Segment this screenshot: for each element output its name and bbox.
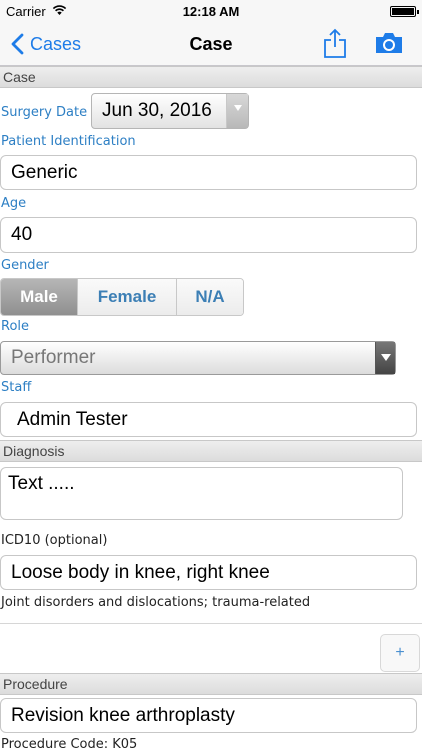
surgery-date-picker[interactable]: Jun 30, 2016 <box>91 93 249 129</box>
role-label: Role <box>1 319 30 334</box>
icd10-label: ICD10 (optional) <box>1 533 108 548</box>
navigation-bar: Cases Case <box>0 22 422 66</box>
camera-icon[interactable] <box>374 31 404 55</box>
gender-label: Gender <box>1 258 49 273</box>
divider <box>0 623 422 624</box>
gender-option-male[interactable]: Male <box>1 279 78 315</box>
add-diagnosis-button[interactable]: + <box>380 634 420 672</box>
staff-label: Staff <box>1 380 32 395</box>
gender-option-na[interactable]: N/A <box>177 279 243 315</box>
age-value: 40 <box>11 224 33 245</box>
staff-value: Admin Tester <box>17 408 128 430</box>
case-section-header: Case <box>0 66 422 88</box>
share-icon[interactable] <box>322 27 348 59</box>
role-select[interactable]: Performer <box>0 341 396 375</box>
icd10-value: Loose body in knee, right knee <box>11 561 270 583</box>
diagnosis-section-header: Diagnosis <box>0 440 422 462</box>
procedure-code: Procedure Code: K05 <box>1 737 138 750</box>
procedure-value: Revision knee arthroplasty <box>11 704 235 726</box>
age-field[interactable]: 40 <box>0 217 417 253</box>
procedure-field[interactable]: Revision knee arthroplasty <box>0 698 417 733</box>
icd10-category: Joint disorders and dislocations; trauma… <box>1 595 311 610</box>
chevron-down-icon <box>226 94 248 128</box>
surgery-date-label: Surgery Date <box>1 105 88 120</box>
role-value: Performer <box>11 347 96 368</box>
icd10-field[interactable]: Loose body in knee, right knee <box>0 555 417 590</box>
patient-id-field[interactable]: Generic <box>0 155 417 190</box>
diagnosis-text-value: Text ..... <box>8 473 75 494</box>
status-bar: Carrier 12:18 AM <box>0 0 422 22</box>
battery-icon <box>390 6 419 17</box>
gender-segmented-control: Male Female N/A <box>0 278 244 316</box>
staff-field[interactable]: Admin Tester <box>0 402 417 437</box>
age-label: Age <box>1 196 27 211</box>
surgery-date-value: Jun 30, 2016 <box>102 100 212 121</box>
patient-id-label: Patient Identification <box>1 134 136 149</box>
diagnosis-text-area[interactable]: Text ..... <box>0 467 403 520</box>
dropdown-arrow-icon <box>375 342 395 374</box>
patient-id-value: Generic <box>11 161 78 183</box>
clock: 12:18 AM <box>182 4 240 19</box>
page-title: Case <box>189 34 233 54</box>
gender-option-female[interactable]: Female <box>78 279 177 315</box>
procedure-section-header: Procedure <box>0 673 422 695</box>
